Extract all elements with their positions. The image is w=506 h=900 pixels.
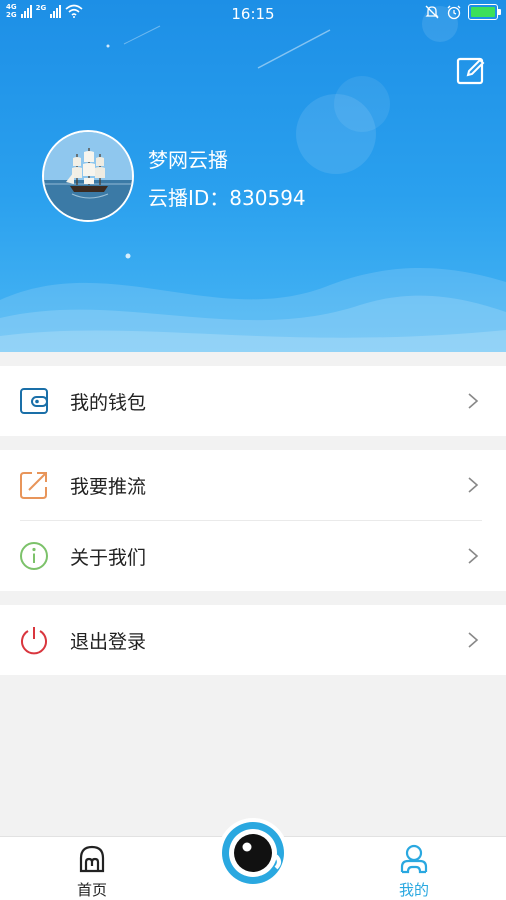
profile-header: 4G 2G 2G 16:15 梦网云播 云播ID：830594 [0, 0, 506, 352]
menu-group-wallet: 我的钱包 [0, 366, 506, 436]
menu-item-logout[interactable]: 退出登录 [0, 605, 506, 675]
chevron-right-icon [468, 632, 479, 648]
avatar[interactable] [42, 130, 134, 222]
tab-mine-label: 我的 [398, 881, 429, 899]
menu-item-wallet[interactable]: 我的钱包 [0, 366, 506, 436]
sailing-ship-image [44, 132, 132, 220]
wallet-icon [20, 388, 48, 414]
mute-bell-icon [425, 5, 439, 19]
menu-label-wallet: 我的钱包 [70, 392, 147, 414]
profile-icon [400, 844, 428, 874]
tab-home[interactable]: 首页 [52, 843, 132, 899]
menu-label-logout: 退出登录 [70, 631, 147, 653]
status-right-icons [424, 4, 501, 20]
edit-icon[interactable] [456, 56, 486, 86]
menu-label-stream: 我要推流 [70, 476, 147, 498]
menu-item-about[interactable]: 关于我们 [0, 521, 506, 591]
tab-mine[interactable]: 我的 [374, 843, 454, 899]
menu-group-main: 我要推流 关于我们 [0, 450, 506, 591]
alarm-clock-icon [447, 5, 461, 20]
info-icon [20, 542, 48, 570]
menu-item-stream[interactable]: 我要推流 [0, 450, 506, 520]
profile-name: 梦网云播 [148, 148, 228, 172]
battery-icon [468, 4, 501, 20]
chevron-right-icon [468, 548, 479, 564]
status-bar: 4G 2G 2G 16:15 [0, 0, 506, 28]
live-camera-button[interactable] [218, 818, 288, 888]
profile-id: 云播ID：830594 [148, 186, 306, 210]
tab-home-label: 首页 [76, 881, 107, 899]
menu-label-about: 关于我们 [70, 547, 147, 569]
eye-icon [222, 822, 284, 884]
battery-fill [471, 7, 495, 17]
home-icon [79, 845, 105, 873]
menu-group-logout: 退出登录 [0, 605, 506, 675]
chevron-right-icon [468, 477, 479, 493]
share-arrow-icon [20, 472, 47, 499]
power-icon [21, 627, 47, 655]
chevron-right-icon [468, 393, 479, 409]
